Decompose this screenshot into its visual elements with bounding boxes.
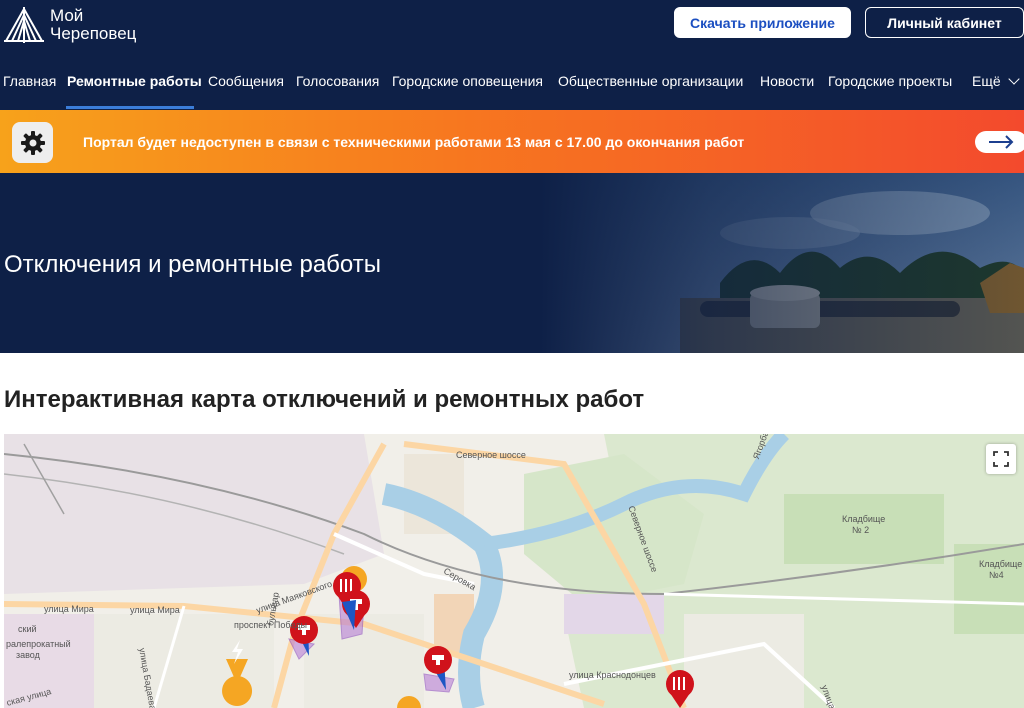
alert-message: Портал будет недоступен в связи с технич… bbox=[83, 134, 745, 150]
top-bar: Мой Череповец Скачать приложение Личный … bbox=[0, 0, 1024, 52]
nav-item-news[interactable]: Новости bbox=[760, 73, 814, 89]
logo-text: Мой Череповец bbox=[50, 7, 136, 43]
map-fullscreen-button[interactable] bbox=[986, 444, 1016, 474]
map-label-cemetery-2-number: № 2 bbox=[852, 525, 870, 535]
main-nav: Главная Ремонтные работы Сообщения Голос… bbox=[0, 52, 1024, 110]
hero-banner: Отключения и ремонтные работы bbox=[0, 173, 1024, 353]
nav-item-messages[interactable]: Сообщения bbox=[208, 73, 284, 89]
hero-construction-image bbox=[540, 173, 1024, 353]
map-label-krasnodontsev: улица Краснодонцев bbox=[569, 670, 656, 680]
map-label-severnoe-shosse: Северное шоссе bbox=[456, 450, 526, 460]
bridge-logo-icon bbox=[4, 7, 44, 43]
nav-item-more[interactable]: Ещё bbox=[972, 73, 1001, 89]
nav-item-city-projects[interactable]: Городские проекты bbox=[828, 73, 952, 89]
map-label-cemetery-4-number: №4 bbox=[989, 570, 1004, 580]
nav-item-organizations[interactable]: Общественные организации bbox=[558, 73, 743, 89]
map-section-title: Интерактивная карта отключений и ремонтн… bbox=[4, 386, 645, 413]
map-label-cemetery-4: Кладбище bbox=[979, 559, 1023, 569]
map-label-ulitsa-mira-1: улица Мира bbox=[44, 604, 94, 614]
map-label-plant-prefix: ский bbox=[18, 624, 37, 634]
personal-account-button[interactable]: Личный кабинет bbox=[865, 7, 1024, 38]
interactive-map[interactable]: Северное шоссе Северное шоссе улица Мира… bbox=[4, 434, 1024, 708]
nav-item-city-alerts[interactable]: Городские оповещения bbox=[392, 73, 543, 89]
chevron-down-icon[interactable] bbox=[1008, 73, 1020, 85]
maintenance-alert-banner: Портал будет недоступен в связи с технич… bbox=[0, 110, 1024, 173]
map-label-plant-2: завод bbox=[16, 650, 40, 660]
active-nav-indicator bbox=[66, 106, 194, 109]
nav-item-repairs[interactable]: Ремонтные работы bbox=[67, 73, 202, 89]
site-logo[interactable]: Мой Череповец bbox=[4, 4, 136, 46]
map-label-cemetery-2: Кладбище bbox=[842, 514, 886, 524]
download-app-button[interactable]: Скачать приложение bbox=[674, 7, 851, 38]
map-label-plant: ралепрокатный bbox=[6, 639, 71, 649]
alert-open-button[interactable] bbox=[975, 131, 1024, 153]
nav-item-home[interactable]: Главная bbox=[3, 73, 56, 89]
logo-line-2: Череповец bbox=[50, 24, 137, 43]
gear-icon bbox=[12, 122, 53, 163]
arrow-right-icon bbox=[989, 135, 1014, 149]
page-title: Отключения и ремонтные работы bbox=[4, 251, 381, 278]
map-canvas[interactable] bbox=[4, 434, 1024, 708]
nav-item-votes[interactable]: Голосования bbox=[296, 73, 379, 89]
logo-line-1: Мой bbox=[50, 6, 84, 25]
fullscreen-icon bbox=[993, 451, 1009, 467]
map-label-ulitsa-mira-2: улица Мира bbox=[130, 605, 180, 615]
